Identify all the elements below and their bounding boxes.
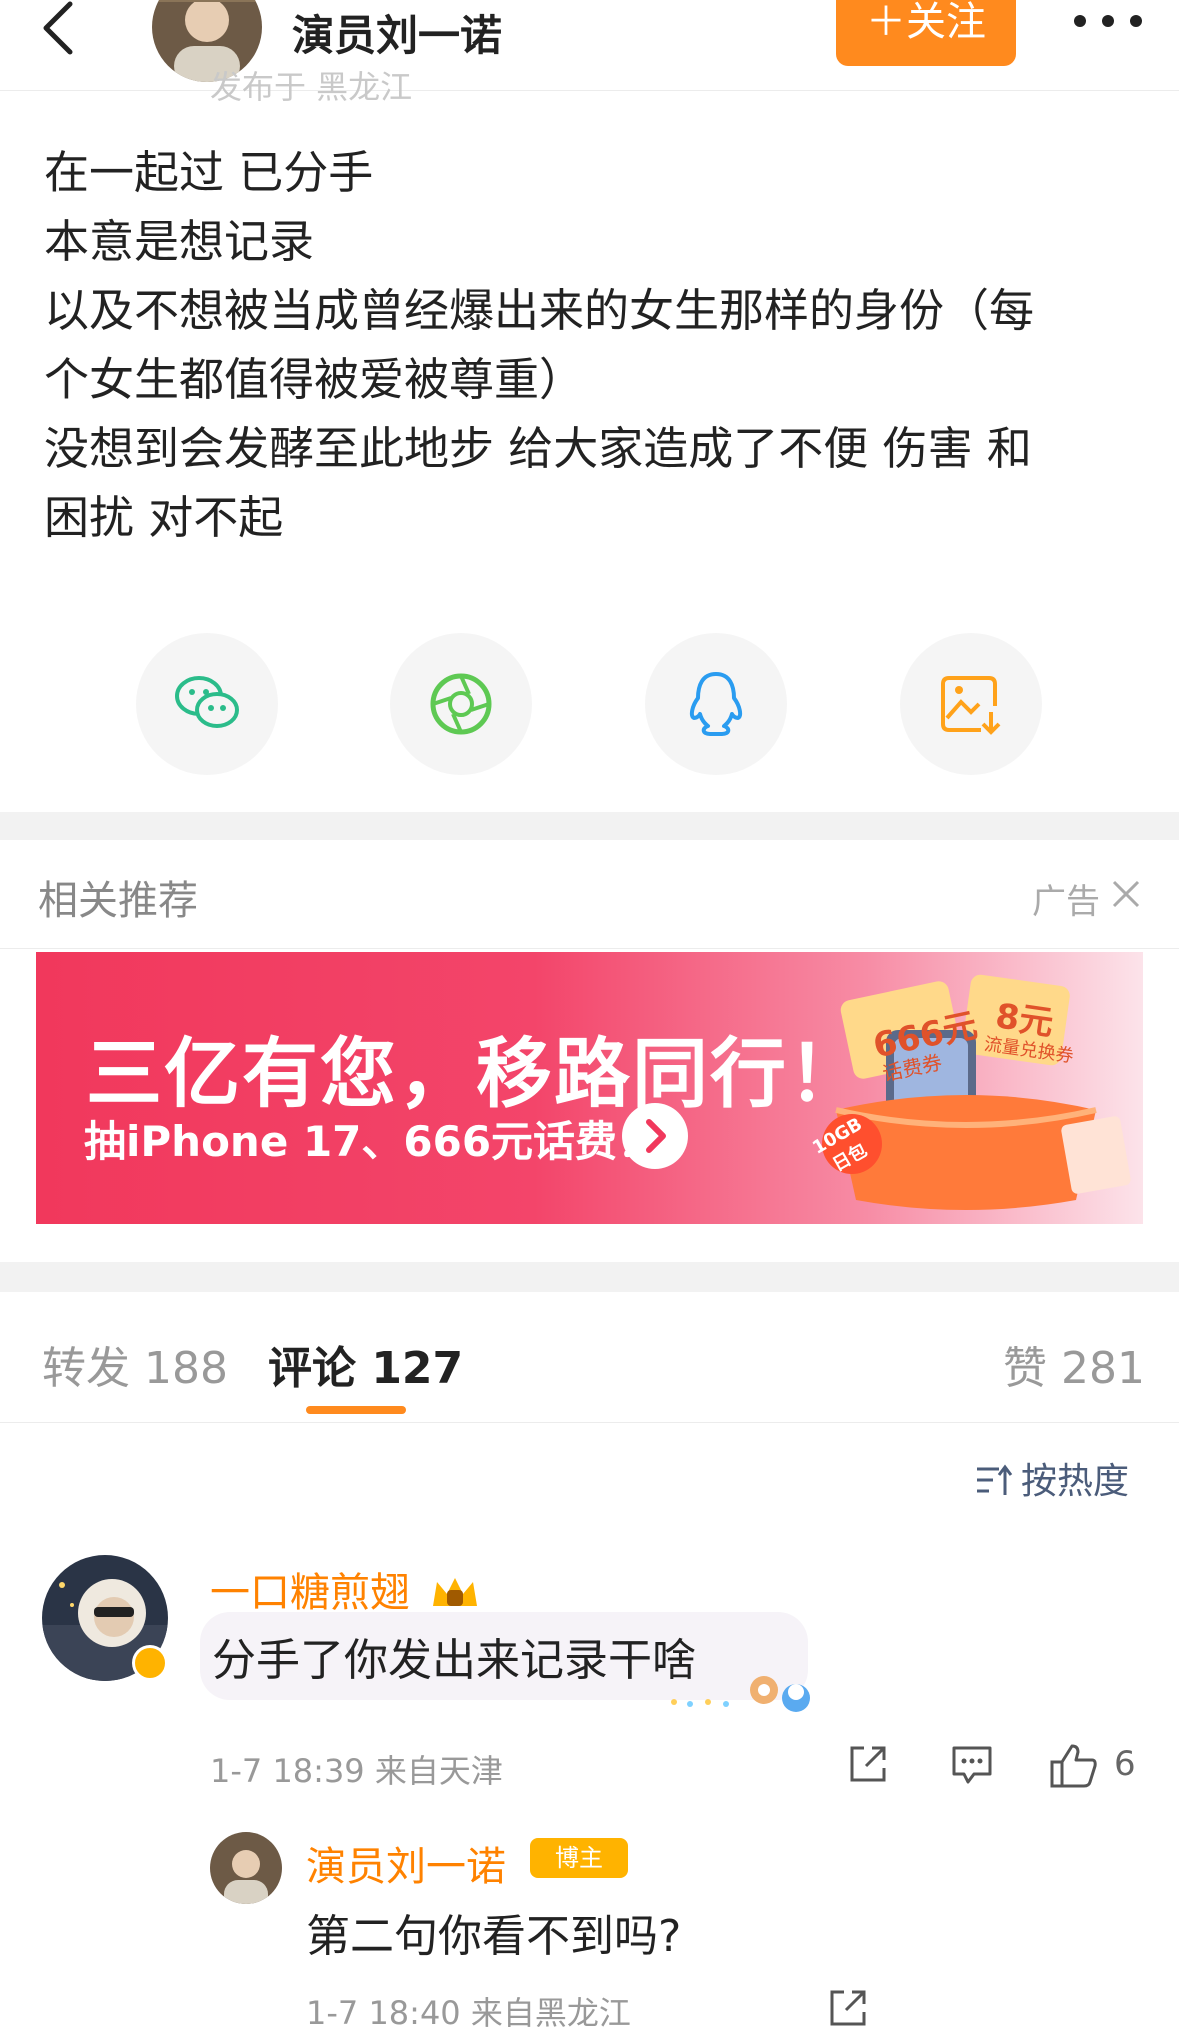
close-icon[interactable] [1108,876,1144,912]
back-arrow-icon[interactable] [30,0,90,58]
sort-icon [977,1464,1013,1495]
reply-text: 第二句你看不到吗? [306,1911,682,1962]
share-moments-button[interactable] [390,633,532,775]
commenter-name-text: 一口糖煎翅 [210,1570,410,1616]
gift-box-illustration [822,974,1131,1210]
sort-label: 按热度 [1021,1461,1130,1502]
tab-indicator [306,1406,406,1414]
commenter-name[interactable]: 一口糖煎翅 [210,1560,481,1618]
comment-text: 分手了你发出来记录干啥 [212,1635,696,1686]
post-line: 困扰 对不起 [44,491,284,544]
like-icon[interactable] [1048,1742,1098,1790]
reply-avatar[interactable] [210,1832,282,1904]
section-gap [0,1262,1179,1292]
post-body: 在一起过 已分手 本意是想记录以及不想被当成曾经爆出来的女生那样的身份（每 个女生都… [44,138,1144,552]
save-image-button[interactable] [900,633,1042,775]
banner-arrow-button[interactable] [622,1103,688,1169]
more-icon[interactable] [1068,6,1148,36]
reply-meta: 1-7 18:40 来自黑龙江 [306,1994,631,2032]
chevron-right-icon [646,1119,666,1153]
post-line: 在一起过 已分手 [44,146,374,199]
post-line: 本意是想记录 [44,215,315,268]
tab-repost[interactable]: 转发 188 [42,1332,228,1396]
top-bar: 演员刘一诺 发布于 黑龙江 ＋关注 [0,0,1179,106]
ad-label: 广告 [1032,882,1100,922]
follow-button[interactable]: ＋关注 [836,0,1016,66]
share-wechat-button[interactable] [136,633,278,775]
post-source-line: 发布于 黑龙江 [210,68,413,106]
host-badge: 博主 [530,1838,628,1878]
comment-meta: 1-7 18:39 来自天津 [210,1752,503,1790]
crown-badge-icon [432,1578,477,1606]
ad-banner[interactable]: 三亿有您，移路同行！ 抽iPhone 17、666元话费！ 666元 话费券 8… [36,952,1143,1224]
divider [0,948,1179,949]
save-image-icon [941,676,1001,735]
reply-icon[interactable] [950,1742,994,1786]
author-name[interactable]: 演员刘一诺 [292,2,502,63]
like-count: 6 [1114,1744,1136,1784]
divider [0,1422,1179,1423]
qq-icon [689,672,743,736]
post-line: 没想到会发酵至此地步 给大家造成了不便 伤害 和 [44,422,1032,475]
banner-subtitle: 抽iPhone 17、666元话费！ [84,1117,660,1166]
share-qq-button[interactable] [645,633,787,775]
verified-badge-icon [132,1645,168,1681]
bubble-decoration-icon [671,1676,810,1712]
share-icon[interactable] [826,1986,870,2030]
post-line: 以及不想被当成曾经爆出来的女生那样的身份（每 [44,284,1035,337]
reply-author-name[interactable]: 演员刘一诺 [306,1834,506,1892]
sort-control[interactable]: 按热度 [975,1452,1129,1504]
banner-title: 三亿有您，移路同行！ [86,1029,866,1118]
tab-comment[interactable]: 评论 127 [268,1332,463,1396]
moments-icon [430,673,492,735]
wechat-icon [175,676,239,728]
section-gap [0,812,1179,840]
share-icon[interactable] [846,1742,890,1786]
tab-like[interactable]: 赞 281 [1003,1332,1145,1396]
related-title: 相关推荐 [38,878,198,924]
post-line: 个女生都值得被爱被尊重） [44,353,585,406]
